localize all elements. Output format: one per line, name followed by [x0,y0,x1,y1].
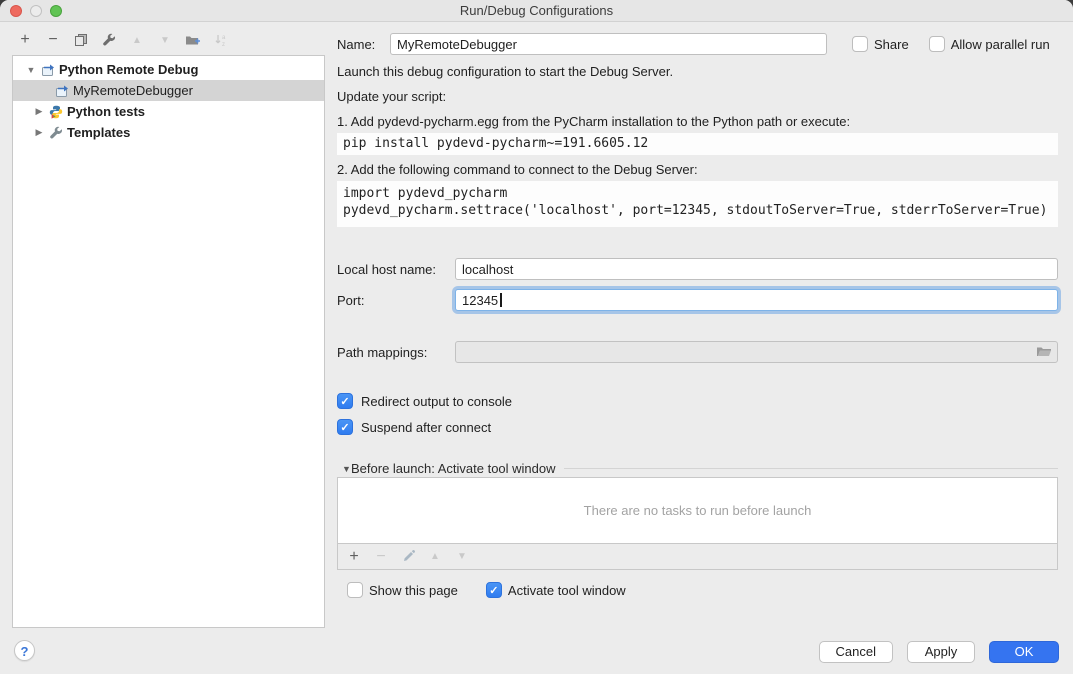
move-task-up-button[interactable]: ▲ [425,547,445,567]
redirect-output-row: ✓ Redirect output to console [337,393,1058,409]
suspend-after-connect-checkbox[interactable]: ✓ [337,419,353,435]
add-configuration-button[interactable]: + [14,30,36,50]
path-mappings-label: Path mappings: [337,345,455,360]
tree-item-label: Python tests [67,104,145,119]
code-line-import: import pydevd_pycharm [343,185,1052,202]
intro-text: Launch this debug configuration to start… [337,63,1058,81]
before-launch-section-header[interactable]: ▼ Before launch: Activate tool window [337,461,1058,476]
remove-task-button[interactable]: − [371,547,391,567]
settrace-code-block: import pydevd_pycharmpydevd_pycharm.sett… [337,181,1058,227]
allow-parallel-run-checkbox-item: Allow parallel run [929,36,1050,52]
configurations-toolbar: + − ▲ ▼ az [14,30,232,50]
local-host-name-input[interactable] [455,258,1058,280]
tree-item-myremotedebugger-selected[interactable]: MyRemoteDebugger [13,80,324,101]
port-input[interactable] [455,289,1058,311]
activate-tool-window-checkbox[interactable]: ✓ [486,582,502,598]
tree-item-label: MyRemoteDebugger [73,83,193,98]
copy-configuration-icon[interactable] [70,30,92,50]
expanded-chevron-icon[interactable]: ▼ [25,65,37,75]
local-host-name-label: Local host name: [337,262,455,277]
new-folder-icon[interactable] [182,30,204,50]
path-mappings-input[interactable] [455,341,1058,363]
remote-debug-config-icon [41,63,55,77]
remove-configuration-button[interactable]: − [42,30,64,50]
step2-text: 2. Add the following command to connect … [337,161,1058,179]
title-bar: Run/Debug Configurations [0,0,1073,22]
code-line-settrace: pydevd_pycharm.settrace('localhost', por… [343,202,1052,219]
svg-text:a: a [222,35,226,41]
show-this-page-checkbox[interactable] [347,582,363,598]
activate-tool-window-label: Activate tool window [508,583,626,598]
help-button[interactable]: ? [14,640,35,661]
show-this-page-label: Show this page [369,583,458,598]
step1-text: 1. Add pydevd-pycharm.egg from the PyCha… [337,113,1058,131]
ok-button[interactable]: OK [989,641,1059,663]
configurations-tree: ▼ Python Remote Debug MyRemoteDebugger ▶… [12,55,325,628]
run-debug-configurations-dialog: Run/Debug Configurations + − ▲ ▼ az ▼ Py… [0,0,1073,674]
suspend-after-connect-label: Suspend after connect [361,420,491,435]
tree-item-label: Templates [67,125,130,140]
dialog-footer: ? Cancel Apply OK [0,628,1073,674]
edit-defaults-wrench-icon[interactable] [98,30,120,50]
edit-task-pencil-icon[interactable] [398,547,418,567]
zoom-button[interactable] [50,5,62,17]
templates-wrench-icon [49,126,63,140]
close-button[interactable] [10,5,22,17]
show-this-page-item: Show this page [347,582,458,598]
traffic-lights [10,5,62,17]
minimize-button[interactable] [30,5,42,17]
section-divider [564,468,1058,469]
browse-folder-icon[interactable] [1036,345,1052,359]
before-launch-title: Before launch: Activate tool window [351,461,556,476]
pip-install-code-block: pip install pydevd-pycharm~=191.6605.12 [337,133,1058,155]
move-up-button[interactable]: ▲ [126,30,148,50]
update-script-text: Update your script: [337,88,1058,106]
window-title: Run/Debug Configurations [0,0,1073,22]
section-collapse-icon[interactable]: ▼ [337,464,351,474]
share-label: Share [874,37,909,52]
apply-button[interactable]: Apply [907,641,975,663]
add-task-button[interactable]: + [344,547,364,567]
empty-tasks-text: There are no tasks to run before launch [584,503,812,518]
configuration-editor: Name: Share Allow parallel run Launch th… [337,28,1058,598]
redirect-output-label: Redirect output to console [361,394,512,409]
before-launch-toolbar: + − ▲ ▼ [337,544,1058,570]
allow-parallel-run-label: Allow parallel run [951,37,1050,52]
collapsed-chevron-icon[interactable]: ▶ [33,106,45,117]
tree-item-python-remote-debug[interactable]: ▼ Python Remote Debug [13,59,324,80]
tree-item-templates[interactable]: ▶ Templates [13,122,324,143]
share-checkbox[interactable] [852,36,868,52]
before-launch-tasks-list[interactable]: There are no tasks to run before launch [337,477,1058,544]
tree-item-label: Python Remote Debug [59,62,198,77]
suspend-after-connect-row: ✓ Suspend after connect [337,419,1058,435]
cancel-button[interactable]: Cancel [819,641,893,663]
share-checkbox-item: Share [852,36,909,52]
name-input[interactable] [390,33,827,55]
sort-alphabetically-icon[interactable]: az [210,30,232,50]
move-task-down-button[interactable]: ▼ [452,547,472,567]
python-tests-icon [49,105,63,119]
text-caret [500,293,502,307]
redirect-output-checkbox[interactable]: ✓ [337,393,353,409]
move-down-button[interactable]: ▼ [154,30,176,50]
port-label: Port: [337,293,455,308]
svg-text:z: z [222,42,225,47]
port-input-focus-ring [455,289,1058,311]
activate-tool-window-item: ✓ Activate tool window [486,582,626,598]
name-label: Name: [337,37,390,52]
allow-parallel-run-checkbox[interactable] [929,36,945,52]
collapsed-chevron-icon[interactable]: ▶ [33,127,45,138]
remote-debug-config-icon [55,84,69,98]
tree-item-python-tests[interactable]: ▶ Python tests [13,101,324,122]
